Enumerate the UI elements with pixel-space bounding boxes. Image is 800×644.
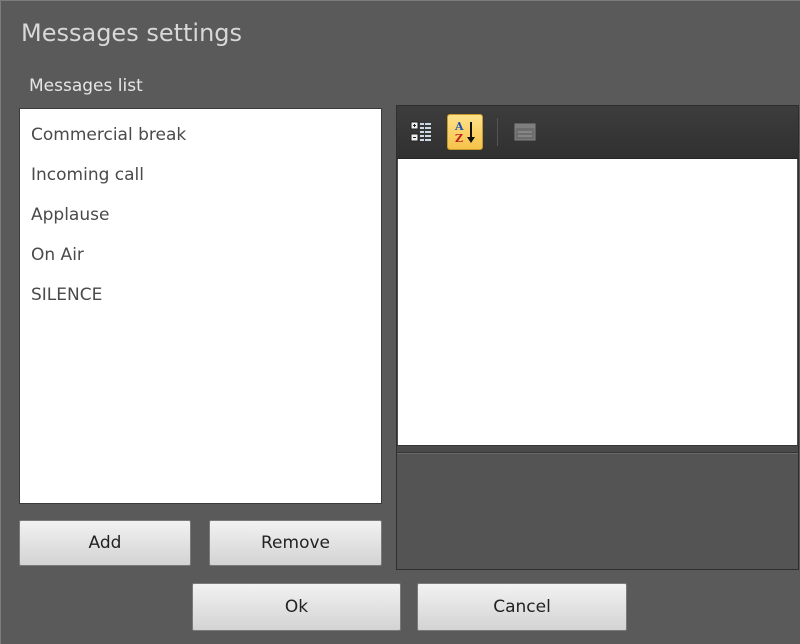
list-item[interactable]: Commercial break — [20, 115, 381, 155]
property-pages-icon — [514, 123, 536, 141]
property-grid-area[interactable] — [398, 159, 797, 445]
categorized-view-button[interactable] — [403, 114, 439, 150]
sort-az-icon: A Z — [454, 120, 475, 145]
property-pages-button[interactable] — [507, 114, 543, 150]
ok-button[interactable]: Ok — [192, 583, 401, 631]
dialog-title: Messages settings — [21, 19, 243, 47]
messages-list-label: Messages list — [29, 76, 143, 96]
messages-list[interactable]: Commercial break Incoming call Applause … — [19, 108, 382, 504]
property-description-area — [397, 453, 798, 569]
cancel-button[interactable]: Cancel — [417, 583, 627, 631]
toolbar-separator — [497, 118, 498, 146]
add-button[interactable]: Add — [19, 520, 191, 566]
messages-settings-dialog: Messages settings Messages list Commerci… — [0, 0, 800, 644]
list-item[interactable]: On Air — [20, 235, 381, 275]
list-item[interactable]: SILENCE — [20, 275, 381, 315]
property-grid: A Z — [396, 105, 799, 570]
property-grid-splitter[interactable] — [397, 445, 798, 453]
list-item[interactable]: Incoming call — [20, 155, 381, 195]
list-item[interactable]: Applause — [20, 195, 381, 235]
remove-button[interactable]: Remove — [209, 520, 382, 566]
svg-text:Z: Z — [455, 132, 463, 145]
alphabetical-sort-button[interactable]: A Z — [447, 114, 483, 150]
property-grid-toolbar: A Z — [397, 106, 798, 159]
categorized-icon — [410, 121, 431, 142]
